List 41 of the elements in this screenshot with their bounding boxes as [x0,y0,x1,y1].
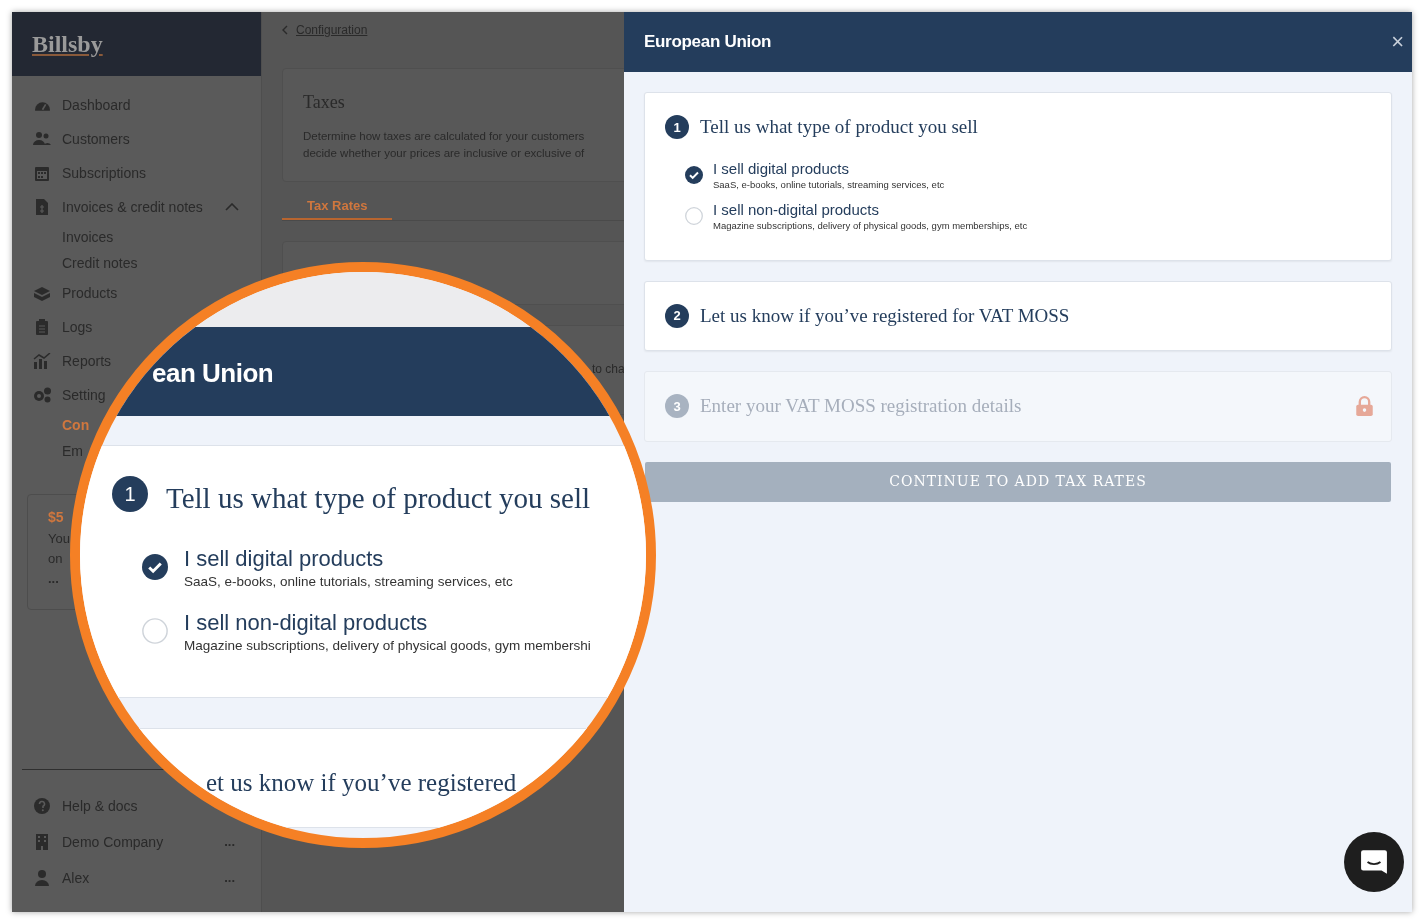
boxes-icon [33,285,51,301]
help-icon [34,798,50,814]
more-button[interactable]: ... [224,868,235,888]
calendar-icon [35,165,49,181]
clipboard-icon [36,319,48,335]
chat-icon [1360,848,1388,876]
lock-icon [1356,396,1373,417]
option-label[interactable]: I sell non-digital products [713,200,1028,219]
step-number: 2 [665,303,689,328]
step-title: Let us know if you’ve registered for VAT MOSS [700,303,1071,328]
panel-title: ean Union [152,357,274,390]
invoice-icon [36,199,48,215]
option-description: Magazine subscriptions, delivery of physical goods, gym membershi [184,637,591,655]
gears-icon [32,387,52,403]
step-title: Tell us what type of product you sell [166,481,591,516]
option-description: SaaS, e-books, online tutorials, streaming services, etc [713,177,945,191]
radio-unchecked-icon[interactable] [685,207,703,225]
step-number: 3 [665,394,689,419]
option-label[interactable]: I sell non-digital products [184,606,428,639]
option-description: SaaS, e-books, online tutorials, streaming services, etc [184,573,513,591]
option-label[interactable]: I sell digital products [184,542,384,575]
option-description: Magazine subscriptions, delivery of physical goods, gym memberships, etc [713,218,1028,232]
step-title: Enter your VAT MOSS registration details [700,394,1023,418]
users-icon [33,131,51,147]
radio-unchecked-icon[interactable] [142,618,168,644]
step-title: et us know if you’ve registered [206,768,517,798]
promo-price: $5 [48,508,64,527]
back-chevron-icon [282,25,288,35]
logo: Billsby [32,30,103,59]
more-dots[interactable]: ... [48,569,59,589]
step-number: 1 [665,115,689,140]
close-button[interactable]: × [1391,31,1404,53]
building-icon [36,834,48,850]
chart-icon [33,353,51,369]
option-label[interactable]: I sell digital products [713,159,945,178]
radio-checked-icon[interactable] [685,166,703,184]
step-title: Tell us what type of product you sell [700,115,979,139]
radio-checked-icon[interactable] [142,554,168,580]
user-icon [35,870,49,886]
panel-title: European Union [644,31,772,54]
tab[interactable]: Tax Rates [282,194,393,220]
